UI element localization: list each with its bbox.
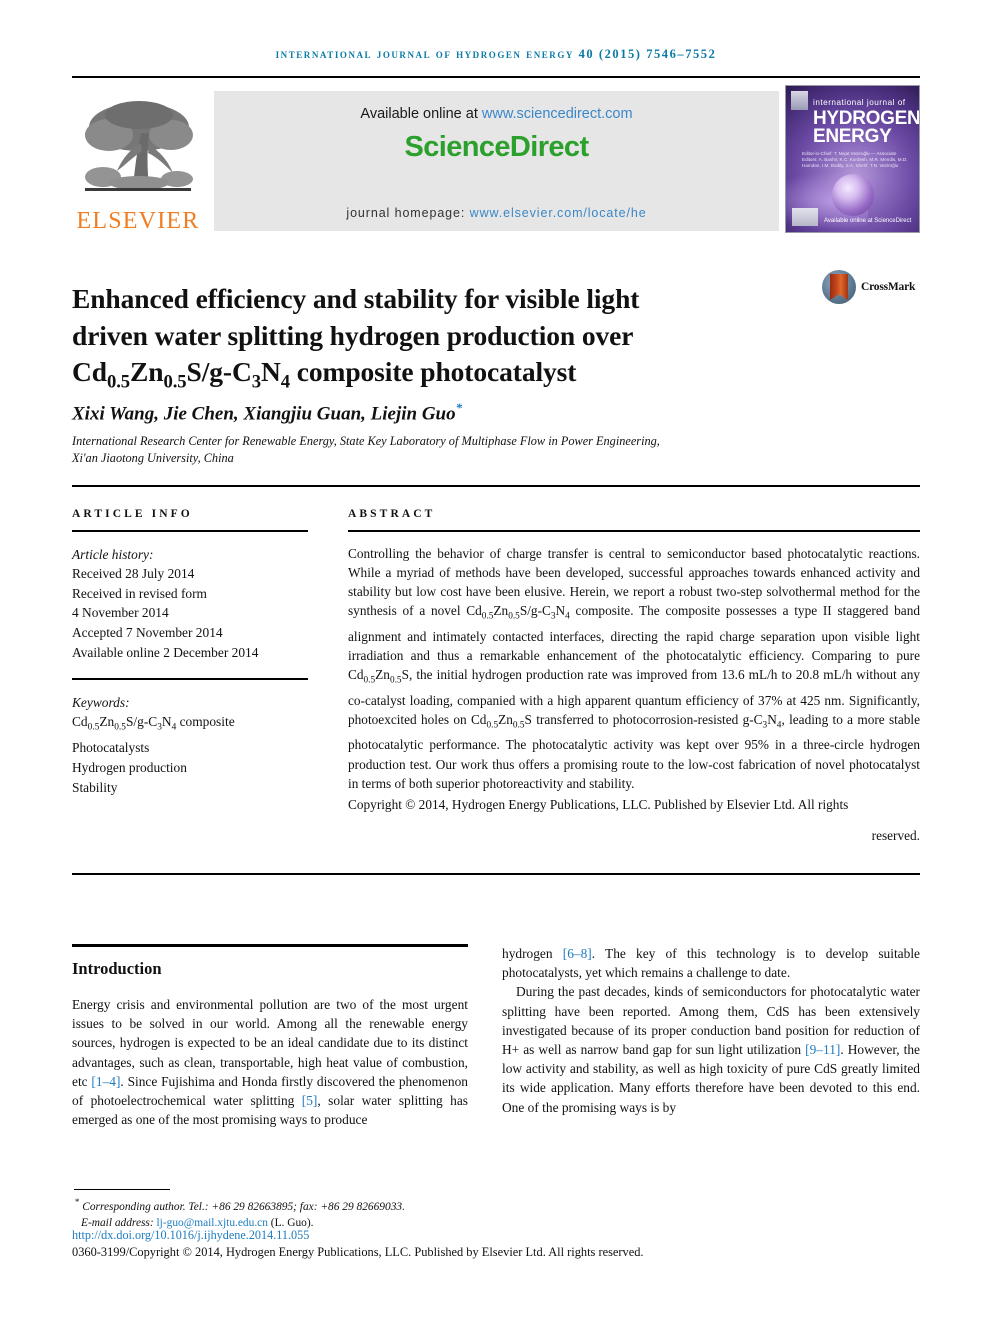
keyword-item: Cd0.5Zn0.5S/g-C3N4 composite (72, 714, 235, 733)
cover-subtitle: international journal of (813, 98, 906, 107)
introduction-heading: Introduction (72, 959, 162, 978)
journal-homepage-label: journal homepage: (346, 206, 470, 220)
abstract-heading-rule (348, 530, 920, 532)
available-online-line: Available online at www.sciencedirect.co… (360, 106, 632, 122)
reference-link-5[interactable]: [5] (302, 1093, 318, 1108)
cover-editors: Editor-in-Chief: T. Nejat Veziroğlu — As… (802, 151, 908, 168)
keywords-block: Keywords: Cd0.5Zn0.5S/g-C3N4 composite P… (72, 693, 324, 798)
cover-sphere-graphic (832, 174, 874, 216)
elsevier-tree-icon (79, 95, 197, 207)
cover-sciencedirect-note: Available online at ScienceDirect (824, 218, 912, 224)
crossmark-book-shape (830, 274, 848, 300)
keyword-item: Photocatalysts (72, 740, 150, 756)
abstract-copyright-last-line: reserved. (871, 827, 920, 843)
introduction-paragraph: Energy crisis and environmental pollutio… (72, 997, 468, 1128)
cover-iahe-logo-icon (792, 208, 818, 226)
cover-publisher-mark-icon (791, 91, 808, 110)
sciencedirect-logo: ScienceDirect (404, 131, 589, 163)
article-history-item: Received in revised form (72, 585, 207, 601)
corresponding-author-note: * Corresponding author. Tel.: +86 29 826… (74, 1197, 405, 1213)
reference-link-6-8[interactable]: [6–8] (563, 946, 592, 961)
crossmark-badge[interactable]: CrossMark (822, 266, 928, 308)
journal-cover-thumbnail: international journal of HYDROGEN ENERGY… (785, 85, 920, 233)
abstract-column: ABSTRACT Controlling the behavior of cha… (348, 508, 920, 845)
body-right-column: hydrogen [6–8]. The key of this technolo… (502, 944, 920, 1117)
affiliation-line-1: International Research Center for Renewa… (72, 434, 660, 448)
abstract-heading: ABSTRACT (348, 508, 436, 520)
introduction-rule (72, 944, 468, 947)
article-info-column: ARTICLE INFO Article history: Received 2… (72, 508, 324, 797)
publisher-banner: ELSEVIER Available online at www.science… (72, 83, 920, 233)
article-history-item: Available online 2 December 2014 (72, 644, 259, 660)
article-history-item: Accepted 7 November 2014 (72, 624, 223, 640)
page-title: Enhanced efficiency and stability for vi… (72, 281, 762, 401)
abstract-block-bottom-rule (72, 873, 920, 876)
right-paragraph-2: During the past decades, kinds of semico… (502, 984, 920, 1115)
article-info-separator (72, 678, 308, 680)
reference-link-1-4[interactable]: [1–4] (91, 1074, 120, 1089)
right-paragraph-1: hydrogen [6–8]. The key of this technolo… (502, 946, 920, 981)
sciencedirect-link[interactable]: www.sciencedirect.com (482, 106, 633, 122)
abstract-text: Controlling the behavior of charge trans… (348, 545, 921, 791)
journal-homepage-line: journal homepage: www.elsevier.com/locat… (214, 206, 779, 220)
affiliation: International Research Center for Renewa… (72, 433, 832, 467)
cover-title-line-2: ENERGY (813, 126, 892, 147)
elsevier-wordmark: ELSEVIER (76, 208, 200, 234)
available-online-label: Available online at (360, 106, 482, 122)
crossmark-icon (822, 270, 856, 304)
title-line-3: Cd0.5Zn0.5S/g-C3N4 composite photocataly… (72, 356, 577, 393)
article-history-label: Article history: (72, 546, 154, 562)
article-info-heading-rule (72, 530, 308, 532)
sciencedirect-box: Available online at www.sciencedirect.co… (214, 91, 779, 231)
doi-link[interactable]: http://dx.doi.org/10.1016/j.ijhydene.201… (72, 1228, 309, 1243)
crossmark-label: CrossMark (861, 281, 916, 293)
article-info-heading: ARTICLE INFO (72, 508, 193, 520)
keyword-item: Hydrogen production (72, 760, 187, 775)
article-history-item: Received 28 July 2014 (72, 566, 195, 582)
reference-link-9-11[interactable]: [9–11] (805, 1042, 840, 1057)
journal-homepage-url[interactable]: www.elsevier.com/locate/he (470, 206, 647, 220)
elsevier-logo: ELSEVIER (72, 83, 204, 233)
issn-copyright-line: 0360-3199/Copyright © 2014, Hydrogen Ene… (72, 1245, 644, 1259)
journal-masthead: International Journal of Hydrogen Energy… (275, 47, 717, 61)
footnote-block: * Corresponding author. Tel.: +86 29 826… (72, 1194, 632, 1231)
affiliation-line-2: Xi'an Jiaotong University, China (72, 451, 234, 465)
corresponding-author-marker: * (455, 400, 463, 415)
keywords-label: Keywords: (72, 694, 130, 710)
keyword-item: Stability (72, 779, 118, 795)
article-history-item: 4 November 2014 (72, 605, 169, 621)
footnote-rule (74, 1189, 170, 1191)
title-line-1: Enhanced efficiency and stability for vi… (72, 283, 640, 315)
author-list: Xixi Wang, Jie Chen, Xiangjiu Guan, Liej… (72, 400, 772, 425)
body-left-column: Introduction Energy crisis and environme… (72, 944, 468, 1143)
author-names: Xixi Wang, Jie Chen, Xiangjiu Guan, Liej… (72, 403, 456, 425)
paper-page: International Journal of Hydrogen Energy… (0, 0, 992, 1323)
masthead-rule (72, 76, 920, 78)
article-history: Article history: Received 28 July 2014 R… (72, 545, 324, 663)
abstract-copyright: Copyright © 2014, Hydrogen Energy Public… (348, 796, 849, 812)
abstract-block-top-rule (72, 485, 920, 487)
title-line-2: driven water splitting hydrogen producti… (72, 319, 634, 351)
